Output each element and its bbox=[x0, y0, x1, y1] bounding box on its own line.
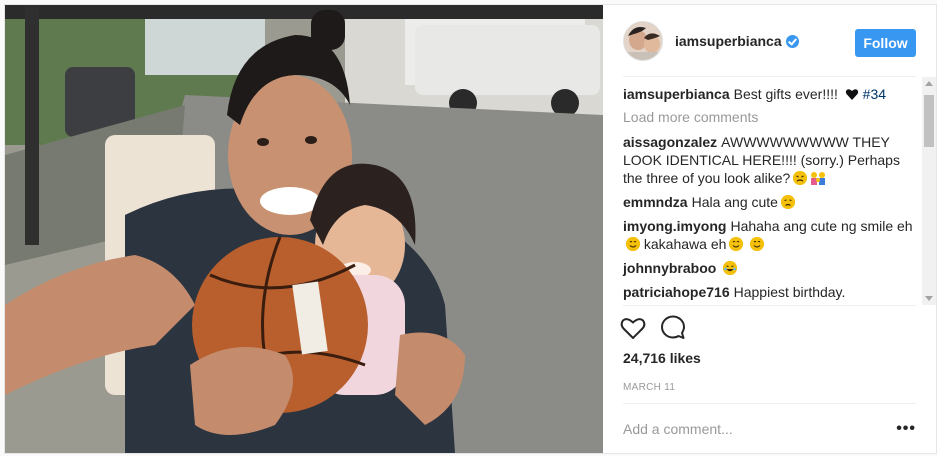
scrollbar-thumb[interactable] bbox=[924, 95, 934, 147]
instagram-post: iamsuperbianca Follow iamsuperbianca Best… bbox=[4, 4, 937, 454]
post-header: iamsuperbianca Follow bbox=[623, 5, 916, 77]
caption-username[interactable]: iamsuperbianca bbox=[623, 86, 730, 102]
add-comment-input[interactable] bbox=[623, 420, 897, 437]
avatar-image bbox=[624, 21, 662, 60]
comments-scrollbar[interactable] bbox=[922, 77, 936, 305]
add-comment-bar: ••• bbox=[623, 403, 916, 453]
comment: johnnybraboo bbox=[623, 259, 914, 277]
likes-count[interactable]: 24,716 likes bbox=[623, 350, 701, 366]
scroll-up-arrow-icon[interactable] bbox=[925, 81, 933, 86]
smiling-emoji-icon bbox=[626, 237, 640, 251]
comment: patriciahope716 Happiest birthday. bbox=[623, 283, 914, 301]
comment-text: Hala ang cute bbox=[691, 194, 778, 210]
profile-avatar[interactable] bbox=[623, 20, 663, 61]
comment-username[interactable]: johnnybraboo bbox=[623, 260, 716, 276]
load-more-comments-link[interactable]: Load more comments bbox=[623, 109, 914, 125]
comment: aissagonzalez AWWWWWWWWW THEY LOOK IDENTI… bbox=[623, 133, 914, 187]
post-photo-illustration bbox=[5, 5, 603, 453]
comment-text-continued: kakahawa eh bbox=[640, 236, 727, 252]
black-heart-icon bbox=[845, 87, 859, 101]
comment: emmndza Hala ang cute bbox=[623, 193, 914, 211]
heart-outline-icon bbox=[620, 318, 646, 339]
crying-face-emoji-icon bbox=[780, 195, 795, 209]
post-date: MARCH 11 bbox=[623, 382, 676, 393]
smiling-emoji-icon bbox=[729, 237, 744, 251]
family-emoji-icon bbox=[810, 171, 826, 185]
comment-text: Happiest birthday. bbox=[733, 284, 846, 300]
caption-hashtag[interactable]: #34 bbox=[863, 86, 886, 102]
comment-username[interactable]: aissagonzalez bbox=[623, 134, 717, 150]
comment: imyong.imyong Hahaha ang cute ng smile eh… bbox=[623, 217, 914, 253]
grimace-emoji-icon bbox=[793, 171, 808, 185]
laughing-tears-emoji-icon bbox=[723, 261, 738, 275]
comment-button[interactable] bbox=[659, 314, 687, 342]
follow-button[interactable]: Follow bbox=[855, 29, 916, 57]
verified-badge-icon bbox=[785, 35, 799, 48]
speech-bubble-icon bbox=[661, 315, 685, 339]
comments-list[interactable]: iamsuperbianca Best gifts ever!!!! #34 Lo… bbox=[603, 77, 936, 305]
caption: iamsuperbianca Best gifts ever!!!! #34 bbox=[623, 85, 914, 103]
header-username[interactable]: iamsuperbianca bbox=[675, 33, 782, 49]
post-photo[interactable] bbox=[5, 5, 603, 453]
post-actions: 24,716 likes bbox=[620, 305, 916, 379]
comment-username[interactable]: emmndza bbox=[623, 194, 688, 210]
comment-username[interactable]: patriciahope716 bbox=[623, 284, 730, 300]
like-button[interactable] bbox=[619, 314, 647, 342]
comment-username[interactable]: imyong.imyong bbox=[623, 218, 726, 234]
smiling-emoji-icon bbox=[750, 237, 765, 251]
caption-text: Best gifts ever!!!! bbox=[733, 86, 842, 102]
post-sidebar: iamsuperbianca Follow iamsuperbianca Best… bbox=[603, 5, 936, 453]
comment-text: Hahaha ang cute ng smile eh bbox=[730, 218, 913, 234]
scroll-down-arrow-icon[interactable] bbox=[925, 296, 933, 301]
ellipsis-icon[interactable]: ••• bbox=[896, 420, 916, 438]
